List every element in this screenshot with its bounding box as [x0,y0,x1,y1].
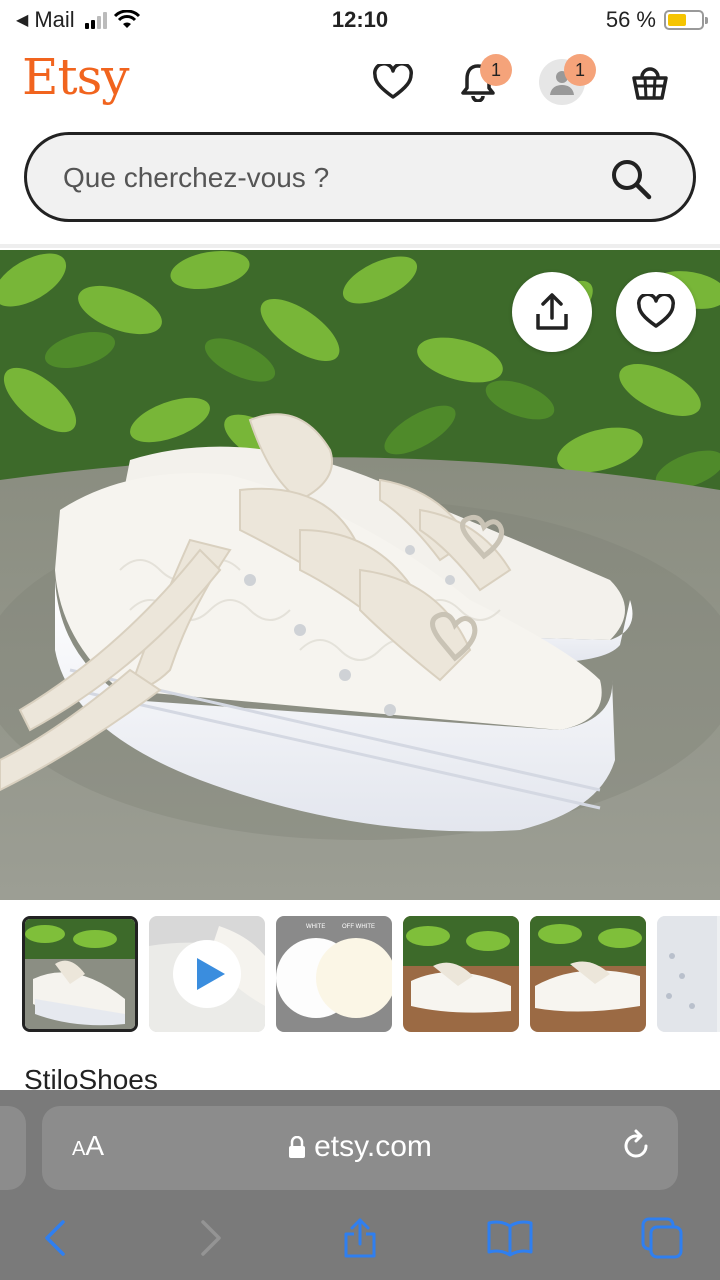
listing-main-image[interactable] [0,250,720,900]
chevron-right-icon [201,1220,221,1256]
battery-icon [664,10,708,30]
thumbnail-image [149,916,265,1032]
thumbnail-image [403,916,519,1032]
notifications-button[interactable]: 1 [454,54,512,106]
thumbnail-swatches[interactable]: WHITE OFF WHITE [276,916,392,1032]
basket-icon [632,67,668,100]
product-photo [0,250,720,900]
thumbnail-image [25,919,135,1029]
bookmarks-button[interactable] [486,1214,534,1262]
heart-icon [637,294,675,328]
battery-percent: 56 % [605,7,656,32]
favorite-listing-button[interactable] [616,272,696,352]
etsy-logo[interactable]: Etsy [22,48,129,106]
share-button[interactable] [512,272,592,352]
tabs-icon [641,1217,683,1259]
tabs-button[interactable] [638,1214,686,1262]
search-input[interactable] [63,157,603,199]
share-icon [536,293,568,330]
thumbnail-image [530,916,646,1032]
thumbnail-video[interactable] [149,916,265,1032]
search-bar [24,132,696,222]
favorites-button[interactable] [369,58,417,106]
app-header: Etsy 1 1 [0,44,720,120]
thumbnail-strip: WHITE OFF WHITE [22,916,720,1034]
thumbnail-6[interactable] [657,916,720,1032]
previous-tab-preview[interactable] [0,1106,26,1190]
search-icon [612,160,652,200]
thumbnail-image [657,916,720,1032]
browser-bottom-bar: AA etsy.com [0,1090,720,1280]
thumbnail-4[interactable] [403,916,519,1032]
swatch-label-off-white: OFF WHITE [342,924,375,930]
heart-icon [373,64,413,99]
url-display[interactable]: etsy.com [42,1130,678,1164]
swatch-label-white: WHITE [306,924,325,930]
address-bar[interactable]: AA etsy.com [42,1106,678,1190]
status-right: 56 % [605,7,708,33]
search-button[interactable] [609,157,653,201]
share-icon [344,1218,376,1258]
back-button[interactable] [32,1214,80,1262]
header-divider [0,244,720,248]
forward-button[interactable] [186,1214,234,1262]
reload-button[interactable] [618,1128,654,1164]
account-button[interactable]: 1 [538,54,596,106]
lock-icon [289,1135,306,1158]
notifications-badge: 1 [480,54,512,86]
url-text: etsy.com [314,1130,432,1163]
status-bar: ◀ Mail 12:10 56 % [0,0,720,40]
thumbnail-5[interactable] [530,916,646,1032]
thumbnail-1[interactable] [22,916,138,1032]
reload-icon [624,1129,648,1158]
cart-button[interactable] [626,58,674,106]
account-badge: 1 [564,54,596,86]
book-icon [487,1220,533,1257]
thumbnail-image: WHITE OFF WHITE [276,916,392,1032]
chevron-left-icon [45,1220,65,1256]
share-page-button[interactable] [336,1214,384,1262]
